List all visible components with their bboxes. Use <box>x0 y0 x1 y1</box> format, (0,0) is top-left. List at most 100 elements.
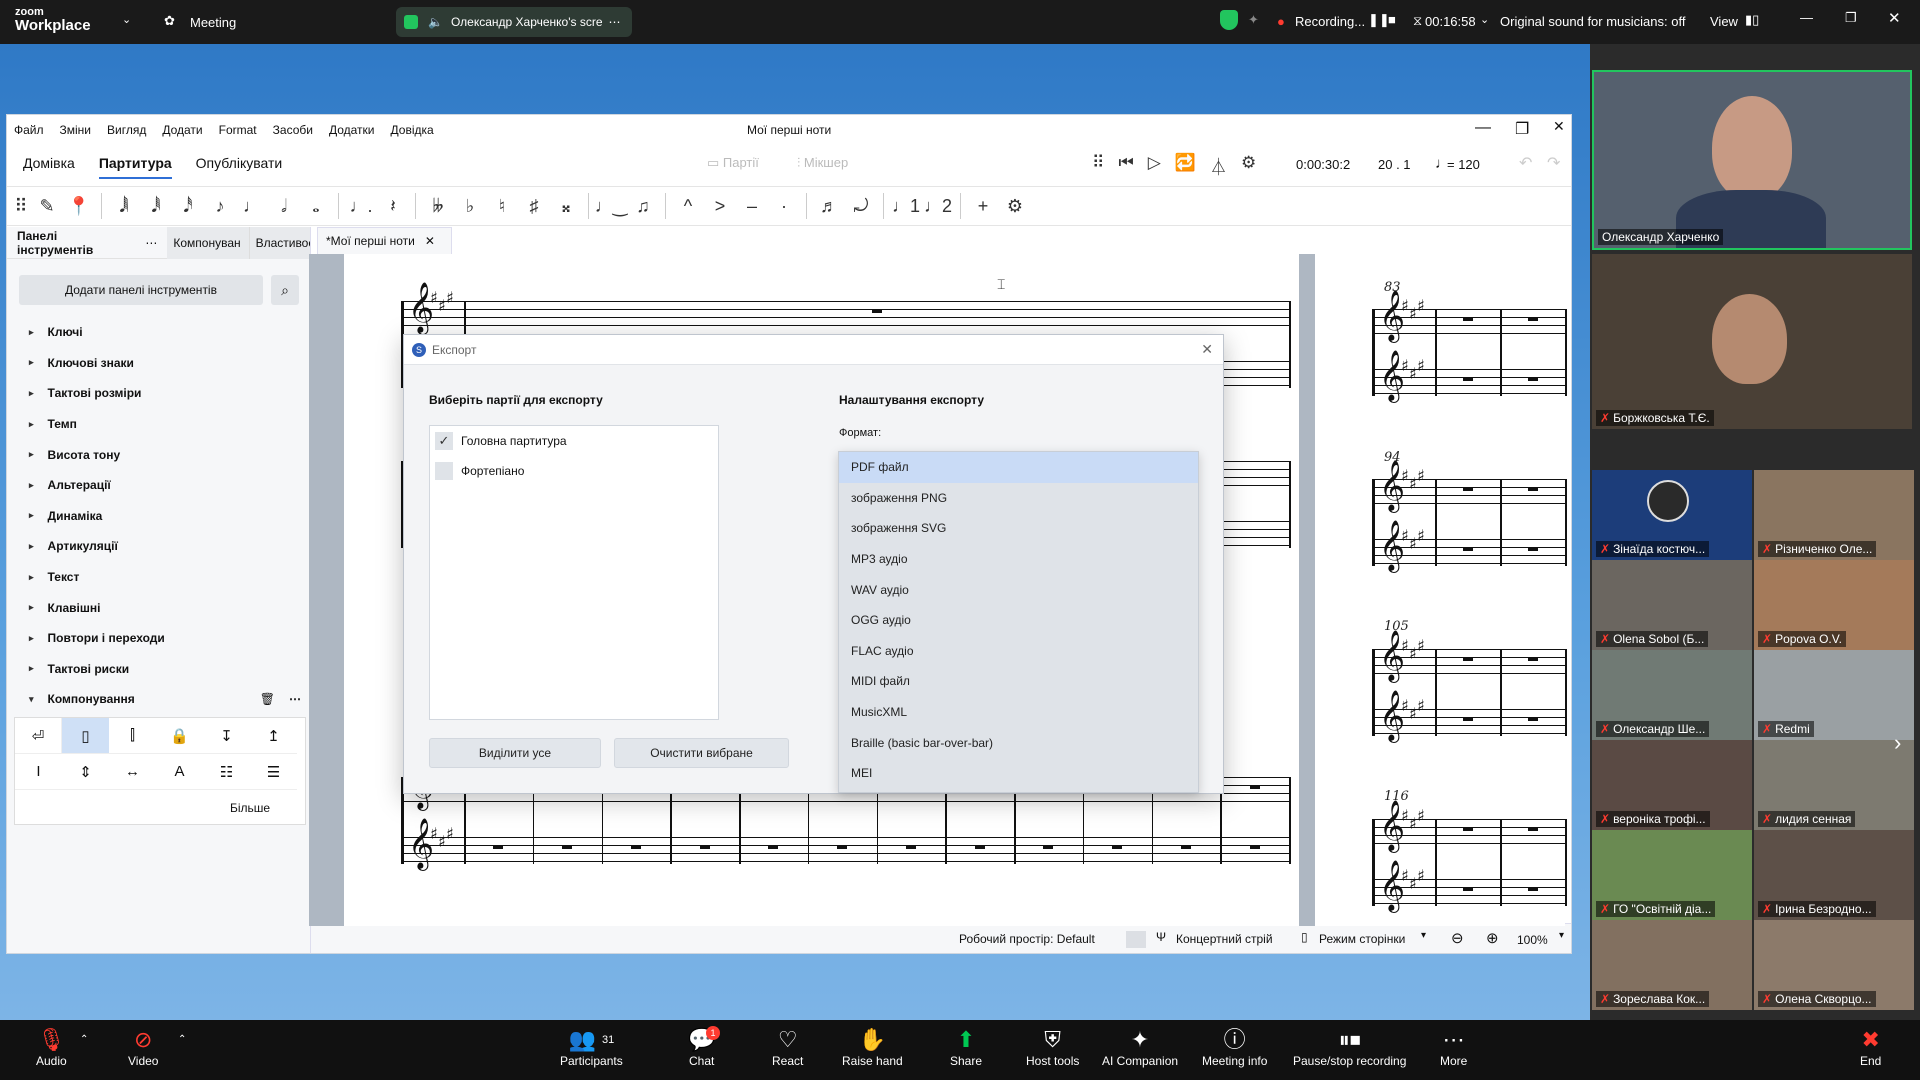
palette-item[interactable]: ▸ Клавішні <box>7 592 311 623</box>
palette-more-icon[interactable]: ⋯ <box>289 692 301 706</box>
format-option[interactable]: зображення PNG <box>839 483 1198 514</box>
tenuto-icon[interactable]: – <box>736 189 768 223</box>
spacer-fixed-icon[interactable]: I <box>15 754 62 790</box>
undo-icon[interactable]: ↶ <box>1519 153 1532 173</box>
more-button[interactable]: ⋯ More <box>1440 1026 1467 1068</box>
pause-recording-icon[interactable]: ❚❚ <box>1368 12 1390 28</box>
staff-spacer-up-icon[interactable]: ↥ <box>250 718 297 754</box>
format-dropdown-list[interactable]: PDF файл зображення PNG зображення SVG M… <box>838 451 1199 793</box>
video-tile[interactable]: ✗ Різниченко Оле... <box>1754 470 1914 560</box>
menu-format[interactable]: Format <box>219 123 257 137</box>
flat-icon[interactable]: ♭ <box>454 189 486 223</box>
audio-chevron-icon[interactable]: ⌃ <box>80 1034 88 1045</box>
window-restore-icon[interactable]: ❐ <box>1515 119 1529 139</box>
view-grid-icon[interactable]: ▮▯ <box>1745 12 1759 28</box>
horizontal-frame-icon[interactable]: ↔ <box>109 754 156 790</box>
share-button[interactable]: ⬆ Share <box>950 1026 982 1068</box>
menu-tools[interactable]: Засоби <box>273 123 313 137</box>
natural-icon[interactable]: ♮ <box>486 189 518 223</box>
video-tile[interactable]: ✗ Боржковська Т.Є. <box>1592 254 1912 429</box>
palette-item[interactable]: ▸ Текст <box>7 562 311 593</box>
mixer-button[interactable]: ⫶ Мікшер <box>797 155 848 171</box>
window-close-icon[interactable]: ✕ <box>1553 118 1565 135</box>
accent-icon[interactable]: > <box>704 189 736 223</box>
close-icon[interactable]: ✕ <box>1888 9 1901 27</box>
video-tile[interactable]: ✗ Redmi <box>1754 650 1914 740</box>
page-view-chevron-icon[interactable]: ▾ <box>1421 930 1426 941</box>
format-option[interactable]: OGG аудіо <box>839 605 1198 636</box>
participants-button[interactable]: 👥 31 Participants <box>560 1026 623 1068</box>
react-button[interactable]: ♡ React <box>772 1026 803 1068</box>
flip-direction-icon[interactable]: ⤾ <box>845 189 877 223</box>
zoom-chevron-icon[interactable]: ▾ <box>1559 930 1564 941</box>
select-all-button[interactable]: Виділити усе <box>429 738 601 768</box>
format-option[interactable]: MIDI файл <box>839 666 1198 697</box>
format-option[interactable]: MP3 аудіо <box>839 544 1198 575</box>
part-row[interactable]: Фортепіано <box>430 456 718 486</box>
palette-item[interactable]: ▸ Ключові знаки <box>7 348 311 379</box>
playback-settings-icon[interactable]: ⚙ <box>1241 153 1256 178</box>
menu-help[interactable]: Довідка <box>391 123 434 137</box>
marcato-icon[interactable]: ^ <box>672 189 704 223</box>
part-row[interactable]: ✓ Головна партитура <box>430 426 718 456</box>
video-tile[interactable]: ✗ Popova O.V. <box>1754 560 1914 650</box>
format-option[interactable]: MEI <box>839 758 1198 789</box>
panel-more-icon[interactable]: ⋯ <box>145 236 167 250</box>
raise-hand-button[interactable]: ✋ Raise hand <box>842 1026 903 1068</box>
menu-add[interactable]: Додати <box>162 123 202 137</box>
timer-chevron-icon[interactable]: ⌄ <box>1480 13 1489 26</box>
video-tile[interactable]: ✗ Ірина Безродно... <box>1754 830 1914 920</box>
clear-selection-button[interactable]: Очистити вибране <box>614 738 789 768</box>
voice-1-icon[interactable]: ♩1 <box>890 189 922 223</box>
window-minimize-icon[interactable]: — <box>1475 119 1491 137</box>
more-options-icon[interactable]: ⋯ <box>609 15 621 29</box>
stop-recording-icon[interactable]: ■ <box>1388 12 1396 27</box>
staff-spacer-down-icon[interactable]: ↧ <box>203 718 250 754</box>
tab-palettes[interactable]: Панелі інструментів <box>7 229 145 257</box>
video-button[interactable]: ⊘ Video <box>128 1026 158 1068</box>
end-button[interactable]: ✖ End <box>1860 1026 1881 1068</box>
menu-plugins[interactable]: Додатки <box>329 123 375 137</box>
zoom-out-icon[interactable]: ⊖ <box>1451 929 1464 947</box>
double-flat-icon[interactable]: 𝄫 <box>422 189 454 223</box>
add-palettes-button[interactable]: Додати панелі інструментів <box>19 275 263 305</box>
video-tile[interactable]: ✗ вероніка трофі... <box>1592 740 1752 830</box>
palette-item[interactable]: ▸ Динаміка <box>7 501 311 532</box>
workspace-selector[interactable]: Робочий простір: Default <box>959 932 1095 946</box>
chevron-down-icon[interactable]: ⌄ <box>122 13 131 26</box>
palette-item[interactable]: ▸ Тактові риски <box>7 654 311 685</box>
video-tile[interactable]: ✗ Зінаїда костюч... <box>1592 470 1752 560</box>
video-tile[interactable]: ✗ лидия сенная <box>1754 740 1914 830</box>
more-button[interactable]: Більше <box>203 790 297 826</box>
palette-item-open[interactable]: ▾ Компонування 🗑 ⋯ <box>7 684 311 715</box>
staccato-icon[interactable]: · <box>768 189 800 223</box>
tie-icon[interactable]: ♩‿ <box>595 189 627 223</box>
32nd-note-icon[interactable]: 𝅘𝅥𝅱 <box>140 189 172 223</box>
meeting-label[interactable]: Meeting <box>190 15 236 30</box>
double-sharp-icon[interactable]: 𝄪 <box>550 189 582 223</box>
drag-handle-icon[interactable]: ⠿ <box>1092 153 1104 178</box>
16th-note-icon[interactable]: 𝅘𝅥𝅰 <box>172 189 204 223</box>
search-icon[interactable]: ⌕ <box>271 275 299 305</box>
view-button[interactable]: View <box>1710 14 1738 29</box>
append-measures-icon[interactable]: ☰ <box>250 754 297 790</box>
palette-item[interactable]: ▸ Повтори і переходи <box>7 623 311 654</box>
minimize-icon[interactable]: — <box>1800 10 1813 25</box>
video-tile[interactable]: ✗ Олена Скворцо... <box>1754 920 1914 1010</box>
dot-icon[interactable]: ♩. <box>345 189 377 223</box>
zoom-in-icon[interactable]: ⊕ <box>1486 929 1499 947</box>
rest-icon[interactable]: 𝄽 <box>377 189 409 223</box>
palette-item[interactable]: ▸ Тактові розміри <box>7 378 311 409</box>
meeting-info-button[interactable]: ⓘ Meeting info <box>1202 1026 1267 1068</box>
parts-button[interactable]: ▭ Партії <box>707 155 759 171</box>
palette-item[interactable]: ▸ Ключі <box>7 317 311 348</box>
concert-pitch-toggle[interactable] <box>1126 931 1146 948</box>
checkbox-checked[interactable]: ✓ <box>435 432 453 450</box>
palette-item[interactable]: ▸ Висота тону <box>7 439 311 470</box>
score-tab[interactable]: *Мої перші ноти ✕ <box>317 227 452 255</box>
menu-edit[interactable]: Зміни <box>60 123 92 137</box>
trash-icon[interactable]: 🗑 <box>260 692 275 706</box>
customize-toolbar-icon[interactable]: ⚙ <box>999 189 1031 223</box>
restore-icon[interactable]: ❐ <box>1845 10 1857 26</box>
ai-companion-button[interactable]: ✦ AI Companion <box>1102 1026 1178 1068</box>
